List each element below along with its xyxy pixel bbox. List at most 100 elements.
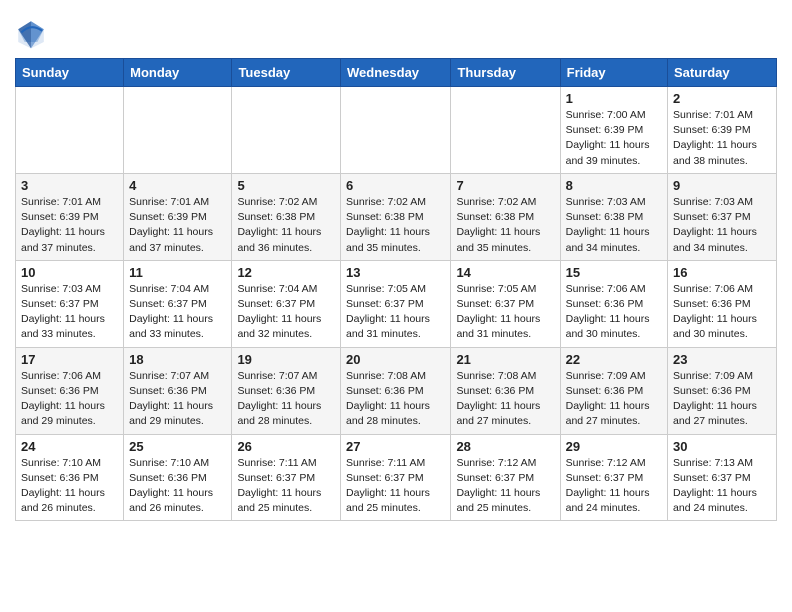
calendar-cell: 13 Sunrise: 7:05 AM Sunset: 6:37 PM Dayli… — [341, 260, 451, 347]
day-number: 23 — [673, 352, 771, 367]
day-number: 21 — [456, 352, 554, 367]
day-info: Sunrise: 7:06 AM Sunset: 6:36 PM Dayligh… — [21, 369, 118, 430]
day-info: Sunrise: 7:09 AM Sunset: 6:36 PM Dayligh… — [673, 369, 771, 430]
day-number: 6 — [346, 178, 445, 193]
day-number: 7 — [456, 178, 554, 193]
day-info: Sunrise: 7:02 AM Sunset: 6:38 PM Dayligh… — [237, 195, 335, 256]
day-number: 22 — [566, 352, 662, 367]
day-info: Sunrise: 7:10 AM Sunset: 6:36 PM Dayligh… — [21, 456, 118, 517]
day-info: Sunrise: 7:10 AM Sunset: 6:36 PM Dayligh… — [129, 456, 226, 517]
day-number: 27 — [346, 439, 445, 454]
day-number: 2 — [673, 91, 771, 106]
calendar-cell: 17 Sunrise: 7:06 AM Sunset: 6:36 PM Dayli… — [16, 347, 124, 434]
day-number: 5 — [237, 178, 335, 193]
day-number: 13 — [346, 265, 445, 280]
calendar-cell: 25 Sunrise: 7:10 AM Sunset: 6:36 PM Dayli… — [124, 434, 232, 521]
day-info: Sunrise: 7:01 AM Sunset: 6:39 PM Dayligh… — [673, 108, 771, 169]
calendar-week-row: 24Sunrise: 7:10 AM Sunset: 6:36 PM Dayli… — [16, 434, 777, 521]
day-number: 19 — [237, 352, 335, 367]
calendar-cell — [341, 87, 451, 174]
calendar-cell — [124, 87, 232, 174]
day-number: 15 — [566, 265, 662, 280]
day-info: Sunrise: 7:02 AM Sunset: 6:38 PM Dayligh… — [346, 195, 445, 256]
day-number: 14 — [456, 265, 554, 280]
day-number: 25 — [129, 439, 226, 454]
weekday-header-monday: Monday — [124, 59, 232, 87]
day-info: Sunrise: 7:08 AM Sunset: 6:36 PM Dayligh… — [456, 369, 554, 430]
day-info: Sunrise: 7:01 AM Sunset: 6:39 PM Dayligh… — [21, 195, 118, 256]
day-number: 17 — [21, 352, 118, 367]
calendar-cell: 5 Sunrise: 7:02 AM Sunset: 6:38 PM Daylig… — [232, 173, 341, 260]
day-info: Sunrise: 7:02 AM Sunset: 6:38 PM Dayligh… — [456, 195, 554, 256]
day-number: 18 — [129, 352, 226, 367]
page: SundayMondayTuesdayWednesdayThursdayFrid… — [0, 0, 792, 536]
weekday-header-thursday: Thursday — [451, 59, 560, 87]
day-info: Sunrise: 7:03 AM Sunset: 6:38 PM Dayligh… — [566, 195, 662, 256]
day-info: Sunrise: 7:00 AM Sunset: 6:39 PM Dayligh… — [566, 108, 662, 169]
weekday-header-saturday: Saturday — [668, 59, 777, 87]
day-number: 12 — [237, 265, 335, 280]
day-info: Sunrise: 7:03 AM Sunset: 6:37 PM Dayligh… — [21, 282, 118, 343]
header — [15, 10, 777, 50]
day-info: Sunrise: 7:06 AM Sunset: 6:36 PM Dayligh… — [673, 282, 771, 343]
calendar-cell: 8 Sunrise: 7:03 AM Sunset: 6:38 PM Daylig… — [560, 173, 667, 260]
calendar-cell: 2 Sunrise: 7:01 AM Sunset: 6:39 PM Daylig… — [668, 87, 777, 174]
day-number: 4 — [129, 178, 226, 193]
calendar-cell: 10Sunrise: 7:03 AM Sunset: 6:37 PM Dayli… — [16, 260, 124, 347]
weekday-header-tuesday: Tuesday — [232, 59, 341, 87]
calendar-week-row: 17 Sunrise: 7:06 AM Sunset: 6:36 PM Dayli… — [16, 347, 777, 434]
day-info: Sunrise: 7:07 AM Sunset: 6:36 PM Dayligh… — [129, 369, 226, 430]
day-number: 16 — [673, 265, 771, 280]
calendar-cell: 19 Sunrise: 7:07 AM Sunset: 6:36 PM Dayli… — [232, 347, 341, 434]
calendar-table: SundayMondayTuesdayWednesdayThursdayFrid… — [15, 58, 777, 521]
day-info: Sunrise: 7:09 AM Sunset: 6:36 PM Dayligh… — [566, 369, 662, 430]
day-number: 1 — [566, 91, 662, 106]
day-info: Sunrise: 7:05 AM Sunset: 6:37 PM Dayligh… — [456, 282, 554, 343]
weekday-header-sunday: Sunday — [16, 59, 124, 87]
day-info: Sunrise: 7:08 AM Sunset: 6:36 PM Dayligh… — [346, 369, 445, 430]
calendar-cell — [16, 87, 124, 174]
calendar-cell: 29 Sunrise: 7:12 AM Sunset: 6:37 PM Dayli… — [560, 434, 667, 521]
calendar-cell: 4 Sunrise: 7:01 AM Sunset: 6:39 PM Daylig… — [124, 173, 232, 260]
calendar-cell: 18 Sunrise: 7:07 AM Sunset: 6:36 PM Dayli… — [124, 347, 232, 434]
day-number: 8 — [566, 178, 662, 193]
day-info: Sunrise: 7:04 AM Sunset: 6:37 PM Dayligh… — [237, 282, 335, 343]
calendar-cell: 14 Sunrise: 7:05 AM Sunset: 6:37 PM Dayli… — [451, 260, 560, 347]
day-number: 20 — [346, 352, 445, 367]
day-info: Sunrise: 7:03 AM Sunset: 6:37 PM Dayligh… — [673, 195, 771, 256]
day-info: Sunrise: 7:05 AM Sunset: 6:37 PM Dayligh… — [346, 282, 445, 343]
calendar-header-row: SundayMondayTuesdayWednesdayThursdayFrid… — [16, 59, 777, 87]
day-info: Sunrise: 7:11 AM Sunset: 6:37 PM Dayligh… — [237, 456, 335, 517]
calendar-cell — [451, 87, 560, 174]
logo-icon — [15, 18, 47, 50]
weekday-header-wednesday: Wednesday — [341, 59, 451, 87]
day-info: Sunrise: 7:06 AM Sunset: 6:36 PM Dayligh… — [566, 282, 662, 343]
calendar-cell: 23 Sunrise: 7:09 AM Sunset: 6:36 PM Dayli… — [668, 347, 777, 434]
day-info: Sunrise: 7:12 AM Sunset: 6:37 PM Dayligh… — [456, 456, 554, 517]
day-number: 3 — [21, 178, 118, 193]
day-number: 26 — [237, 439, 335, 454]
calendar-week-row: 3 Sunrise: 7:01 AM Sunset: 6:39 PM Daylig… — [16, 173, 777, 260]
day-info: Sunrise: 7:12 AM Sunset: 6:37 PM Dayligh… — [566, 456, 662, 517]
calendar-cell: 11Sunrise: 7:04 AM Sunset: 6:37 PM Dayli… — [124, 260, 232, 347]
day-number: 29 — [566, 439, 662, 454]
day-number: 11 — [129, 265, 226, 280]
calendar-cell: 15 Sunrise: 7:06 AM Sunset: 6:36 PM Dayli… — [560, 260, 667, 347]
calendar-cell — [232, 87, 341, 174]
weekday-header-friday: Friday — [560, 59, 667, 87]
calendar-cell: 30Sunrise: 7:13 AM Sunset: 6:37 PM Dayli… — [668, 434, 777, 521]
day-info: Sunrise: 7:11 AM Sunset: 6:37 PM Dayligh… — [346, 456, 445, 517]
calendar-cell: 7 Sunrise: 7:02 AM Sunset: 6:38 PM Daylig… — [451, 173, 560, 260]
day-info: Sunrise: 7:07 AM Sunset: 6:36 PM Dayligh… — [237, 369, 335, 430]
calendar-cell: 22 Sunrise: 7:09 AM Sunset: 6:36 PM Dayli… — [560, 347, 667, 434]
day-info: Sunrise: 7:01 AM Sunset: 6:39 PM Dayligh… — [129, 195, 226, 256]
calendar-cell: 27 Sunrise: 7:11 AM Sunset: 6:37 PM Dayli… — [341, 434, 451, 521]
logo — [15, 18, 51, 50]
day-info: Sunrise: 7:13 AM Sunset: 6:37 PM Dayligh… — [673, 456, 771, 517]
calendar-cell: 20 Sunrise: 7:08 AM Sunset: 6:36 PM Dayli… — [341, 347, 451, 434]
calendar-cell: 3 Sunrise: 7:01 AM Sunset: 6:39 PM Daylig… — [16, 173, 124, 260]
calendar-cell: 26 Sunrise: 7:11 AM Sunset: 6:37 PM Dayli… — [232, 434, 341, 521]
calendar-week-row: 1 Sunrise: 7:00 AM Sunset: 6:39 PM Daylig… — [16, 87, 777, 174]
calendar-cell: 12 Sunrise: 7:04 AM Sunset: 6:37 PM Dayli… — [232, 260, 341, 347]
calendar-cell: 1 Sunrise: 7:00 AM Sunset: 6:39 PM Daylig… — [560, 87, 667, 174]
